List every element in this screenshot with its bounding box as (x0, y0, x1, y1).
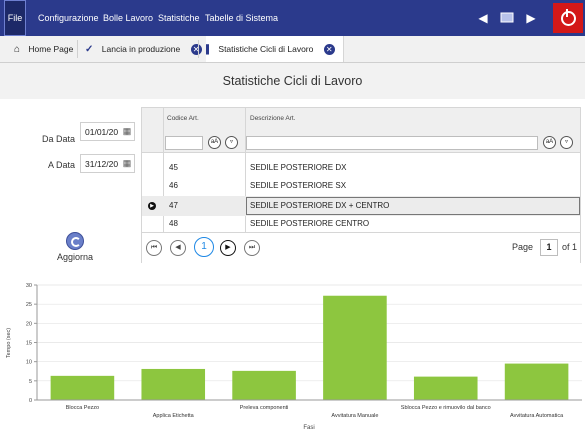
grid-filter-row: aA ▿ aA ▿ (142, 132, 580, 153)
bar[interactable] (141, 368, 206, 400)
refresh-button-label[interactable]: Aggiorna (50, 252, 100, 262)
first-page-icon[interactable]: ⏮ (146, 240, 162, 256)
bar[interactable] (504, 363, 569, 400)
da-data-label: Da Data (41, 134, 75, 144)
x-axis-title: Fasi (303, 425, 314, 431)
y-axis-title: Tempo (sec) (6, 328, 12, 358)
x-tick-label: Avvitatura Manuale (331, 413, 378, 419)
tab-bar: ⌂ Home Page ✓ Lancia in produzione ✕ ▌ S… (0, 36, 585, 63)
table-row[interactable]: 46 SEDILE POSTERIORE SX (142, 176, 580, 196)
x-tick-label: Blocca Pezzo (66, 405, 99, 411)
y-tick-label: 10 (26, 360, 32, 366)
a-data-label: A Data (47, 160, 75, 170)
y-tick-label: 15 (26, 341, 32, 347)
page-label: Page (512, 242, 534, 252)
calendar-icon[interactable]: ▦ (120, 154, 134, 173)
menu-file[interactable]: File (4, 0, 26, 36)
row-code: 45 (169, 163, 178, 172)
table-row[interactable]: 48 SEDILE POSTERIORE CENTRO (142, 216, 580, 232)
prev-page-icon[interactable]: ◀ (170, 240, 186, 256)
row-code: 47 (169, 201, 178, 210)
page-number-input[interactable]: 1 (540, 239, 558, 256)
tab-statistiche-cicli-di-lavoro[interactable]: ▌ Statistiche Cicli di Lavoro ✕ (206, 36, 344, 62)
filter-icon[interactable]: ▿ (225, 136, 238, 149)
filter-icon[interactable]: ▿ (560, 136, 573, 149)
menu-configurazione[interactable]: Configurazione (38, 0, 99, 36)
y-tick-label: 20 (26, 321, 32, 327)
row-code: 46 (169, 181, 178, 190)
forward-arrow-icon[interactable]: ▶ (521, 8, 541, 28)
menu-bolle-lavoro[interactable]: Bolle Lavoro (103, 0, 153, 36)
home-icon: ⌂ (14, 44, 21, 55)
y-tick-label: 0 (29, 398, 32, 404)
next-page-icon[interactable]: ▶ (220, 240, 236, 256)
page-title: Statistiche Cicli di Lavoro (222, 74, 363, 88)
refresh-icon[interactable] (66, 232, 84, 250)
column-header-codice[interactable]: Codice Art. (167, 115, 199, 122)
row-description: SEDILE POSTERIORE DX (250, 163, 347, 172)
tab-label: Lancia in produzione (101, 44, 181, 54)
current-page-button[interactable]: 1 (194, 237, 214, 257)
descrizione-filter-input[interactable] (246, 136, 538, 150)
tab-label: Home Page (28, 44, 74, 54)
case-sensitive-icon[interactable]: aA (208, 136, 221, 149)
close-icon[interactable]: ✕ (190, 44, 202, 56)
y-tick-label: 5 (29, 379, 32, 385)
power-icon (561, 11, 576, 26)
top-menu-bar: File Configurazione Bolle Lavoro Statist… (0, 0, 585, 36)
bar[interactable] (50, 375, 115, 400)
close-icon[interactable]: ✕ (323, 44, 335, 56)
case-sensitive-icon[interactable]: aA (543, 136, 556, 149)
column-header-descrizione[interactable]: Descrizione Art. (250, 115, 296, 122)
articles-grid: Codice Art. Descrizione Art. aA ▿ aA ▿ 4… (141, 107, 581, 263)
fasi-bar-chart: 0 5 10 15 20 25 30 Blocca Pezzo Applica Etichet… (6, 283, 582, 431)
row-description: SEDILE POSTERIORE CENTRO (250, 219, 370, 228)
table-row[interactable]: 45 SEDILE POSTERIORE DX (142, 158, 580, 178)
menu-tabelle-di-sistema[interactable]: Tabelle di Sistema (205, 0, 278, 36)
bar[interactable] (232, 370, 296, 400)
tab-lancia-in-produzione[interactable]: ✓ Lancia in produzione ✕ (85, 36, 202, 62)
monitor-icon (500, 12, 514, 23)
page-count-label: of 1 (562, 242, 578, 252)
grid-pager: ⏮ ◀ 1 ▶ ⏭ Page 1 of 1 (142, 232, 580, 263)
bar[interactable] (323, 295, 387, 400)
y-tick-label: 30 (26, 283, 32, 289)
power-button[interactable] (553, 3, 583, 33)
row-indicator-icon: ▶ (148, 202, 156, 210)
screen-icon[interactable] (497, 8, 517, 28)
bar-chart-icon: ▌ (206, 44, 213, 54)
grid-header: Codice Art. Descrizione Art. (142, 108, 580, 132)
tab-home-page[interactable]: ⌂ Home Page (14, 36, 73, 62)
row-description: SEDILE POSTERIORE SX (250, 181, 347, 190)
cell-focus (246, 197, 580, 215)
codice-filter-input[interactable] (165, 136, 203, 150)
x-tick-label: Applica Etichetta (153, 413, 195, 419)
x-tick-label: Preleva componenti (240, 405, 289, 411)
tab-label: Statistiche Cicli di Lavoro (218, 44, 314, 54)
y-tick-label: 25 (26, 302, 32, 308)
x-tick-label: Avvitatura Automatica (510, 413, 564, 419)
menu-statistiche[interactable]: Statistiche (158, 0, 200, 36)
calendar-icon[interactable]: ▦ (120, 122, 134, 141)
x-tick-label: Sblocca Pezzo e rimuovilo dal banco (401, 405, 491, 411)
check-icon: ✓ (85, 44, 94, 55)
row-code: 48 (169, 219, 178, 228)
last-page-icon[interactable]: ⏭ (244, 240, 260, 256)
back-arrow-icon[interactable]: ◀ (473, 8, 493, 28)
bar[interactable] (413, 376, 478, 400)
table-row-selected[interactable]: ▶ 47 SEDILE POSTERIORE DX + CENTRO (142, 196, 580, 216)
